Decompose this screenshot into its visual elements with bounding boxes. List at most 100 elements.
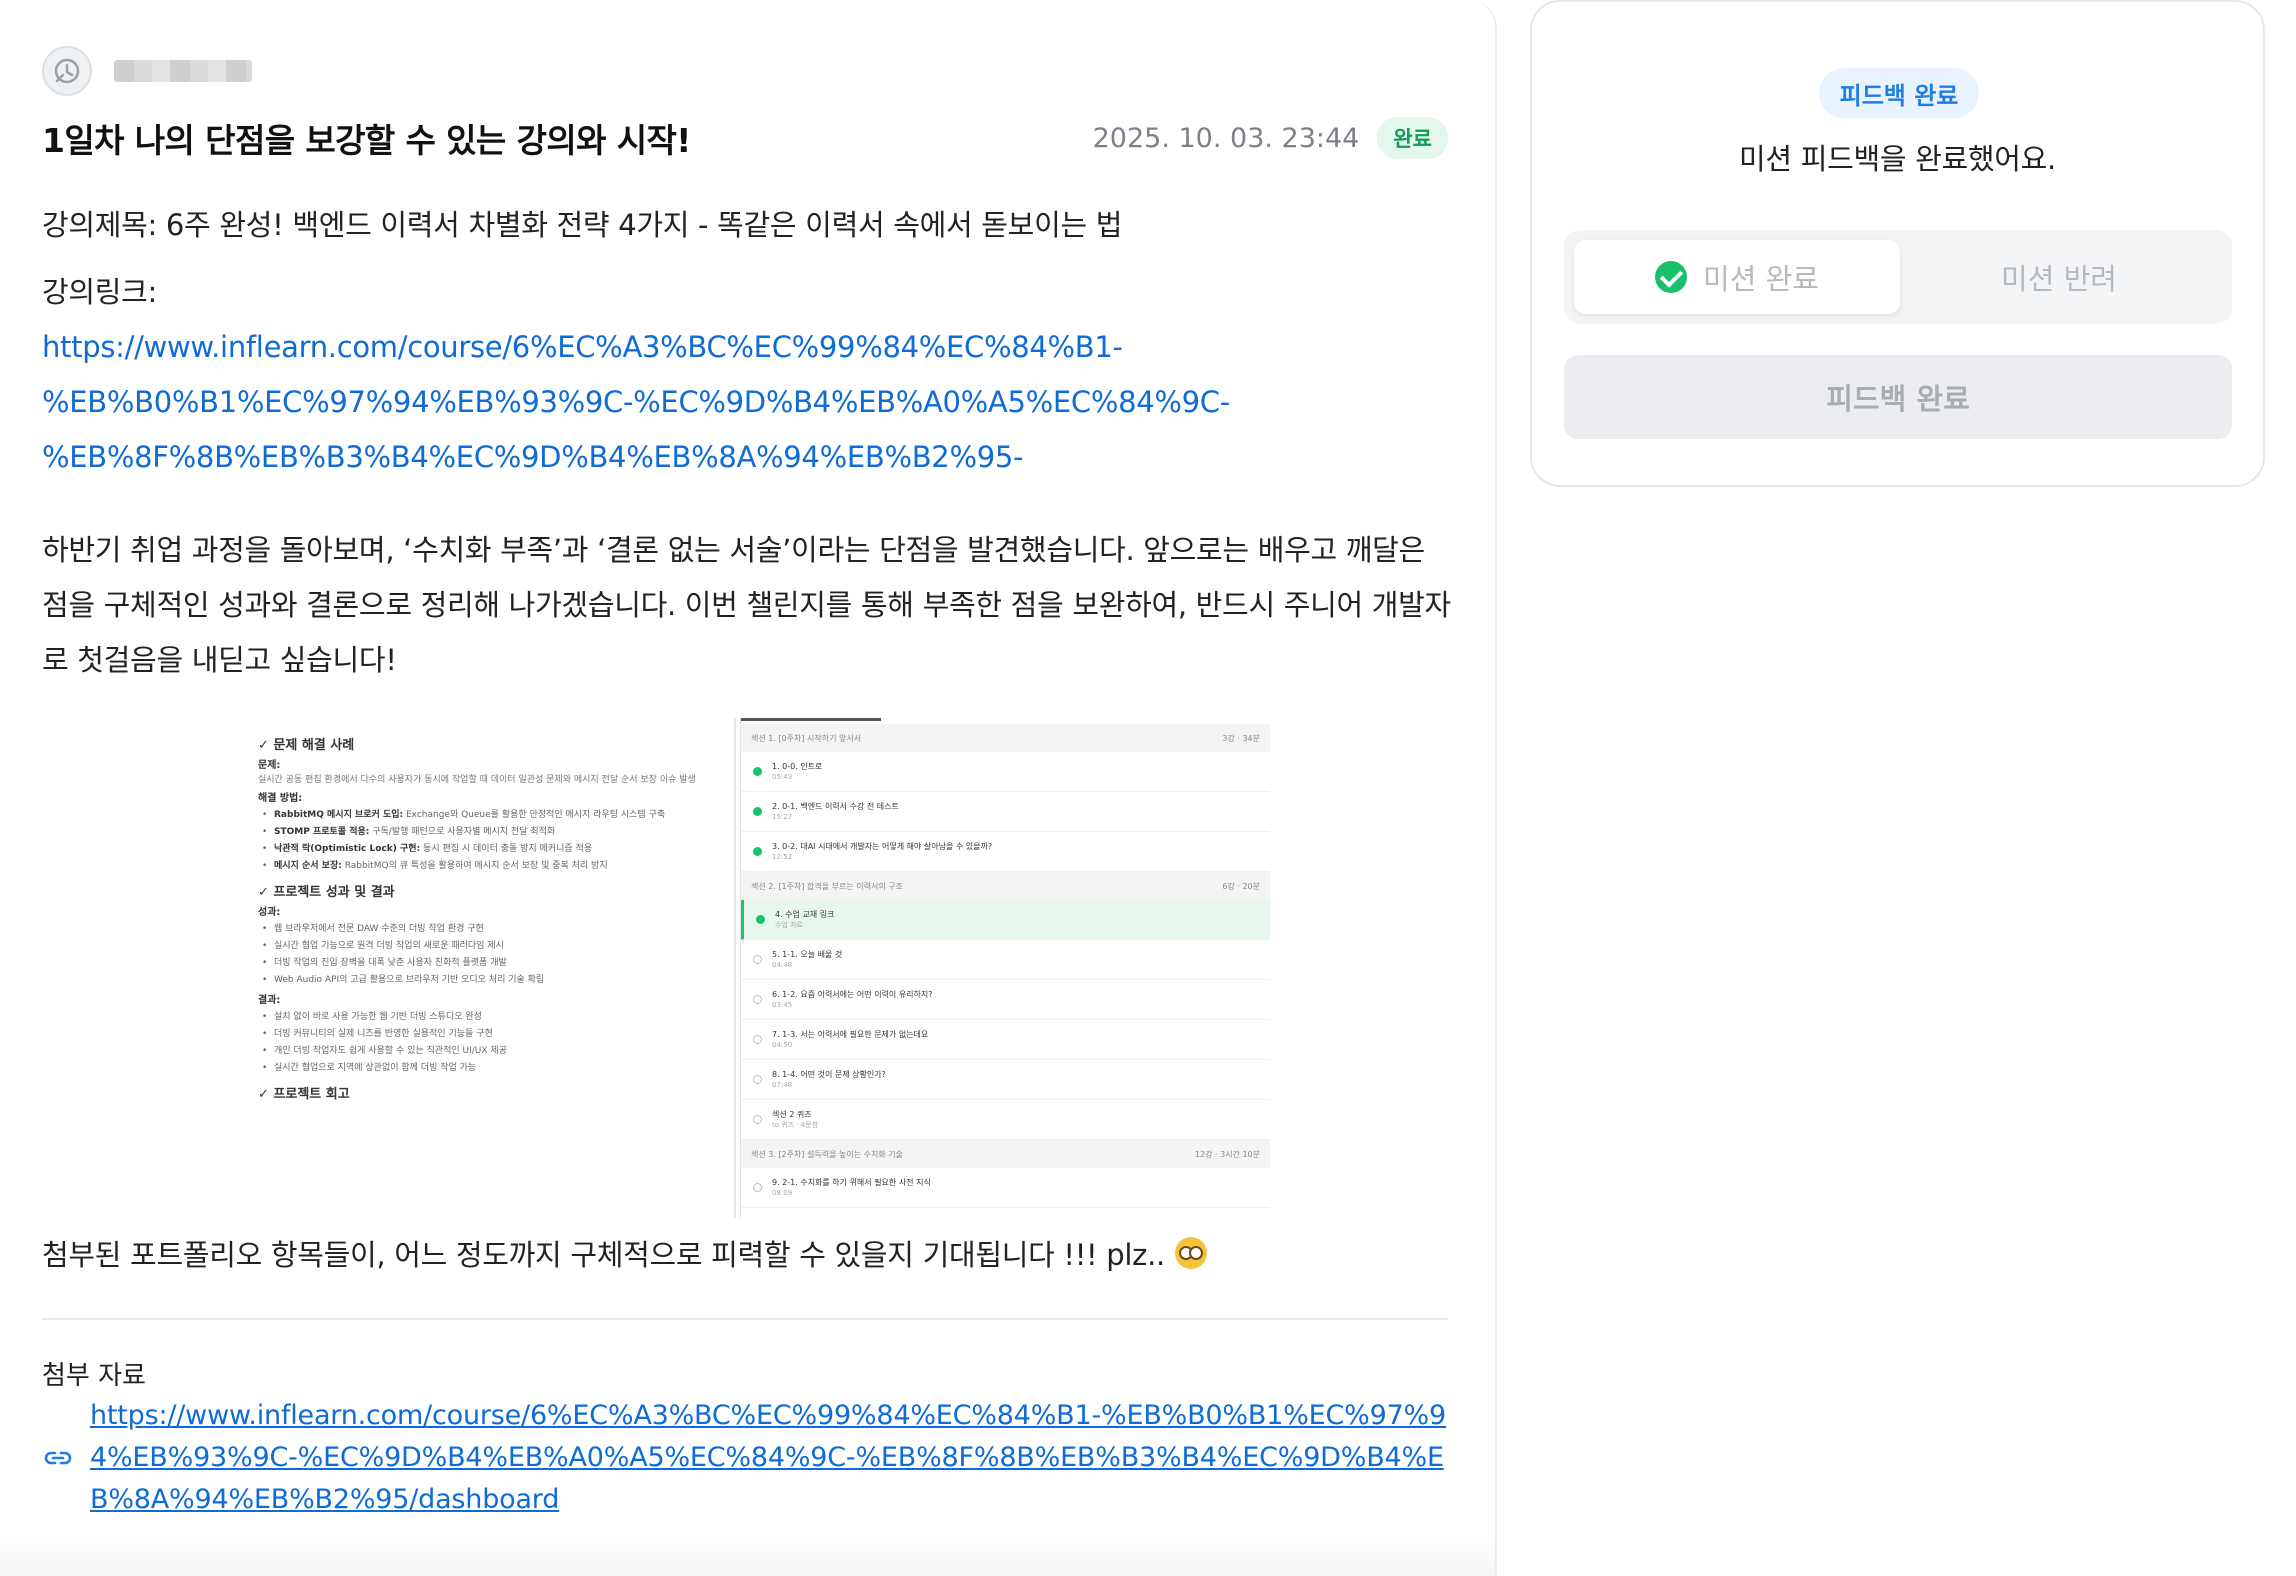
lecture-link-line: %EB%B0%B1%EC%97%94%EB%93%9C-%EC%9D%B4%EB… — [42, 385, 1230, 474]
lesson-duration: 15:27 — [772, 812, 793, 821]
curriculum-lesson[interactable]: 9. 2-1. 수치화를 하기 위해서 필요한 사전 지식 08:09 — [741, 1168, 1270, 1208]
curriculum-section-meta: 6강 · 20분 — [1222, 881, 1260, 891]
attachment-link[interactable]: https://www.inflearn.com/course/6%EC%A3%… — [90, 1395, 1455, 1521]
post-header: 1일차 나의 단점을 보강할 수 있는 강의와 시작! 2025. 10. 03… — [42, 112, 1448, 164]
lecture-link-line: https://www.inflearn.com/course/6%EC%A3%… — [42, 330, 1123, 364]
curriculum-section[interactable]: 섹션 1. [0주차] 시작하기 앞서서 3강 · 34분 — [741, 724, 1270, 752]
closing-line: 첨부된 포트폴리오 항목들이, 어느 정도까지 구체적으로 피력할 수 있을지 … — [42, 1232, 1207, 1274]
closing-text: 첨부된 포트폴리오 항목들이, 어느 정도까지 구체적으로 피력할 수 있을지 … — [42, 1238, 1165, 1272]
screenshot-list-item: STOMP 프로토콜 적용: 구독/발행 패턴으로 사용자별 메시지 전달 최적… — [258, 824, 698, 841]
attached-screenshot[interactable]: ✓ 문제 해결 사례 문제: 실시간 공동 편집 환경에서 다수의 사용자가 동… — [258, 718, 1270, 1218]
lesson-pending-icon — [753, 1183, 762, 1192]
lesson-complete-icon — [753, 847, 762, 856]
mission-reject-option[interactable]: 미션 반려 — [1896, 240, 2222, 314]
lesson-complete-icon — [753, 807, 762, 816]
curriculum-section-meta: 3강 · 34분 — [1222, 733, 1260, 743]
lesson-title: 6. 1-2. 요즘 이력서에는 어떤 이력이 유리하지? 03:45 — [772, 989, 933, 1009]
lesson-title: 2. 0-1. 백엔드 이력서 수강 전 테스트 15:27 — [772, 801, 899, 821]
screenshot-list-item: 개인 더빙 작업자도 쉽게 사용할 수 있는 직관적인 UI/UX 제공 — [258, 1043, 698, 1060]
screenshot-heading: ✓ 프로젝트 회고 — [258, 1087, 350, 1102]
curriculum-lesson[interactable]: 8. 1-4. 어떤 것이 문제 상황인가? 07:48 — [741, 1060, 1270, 1100]
screenshot-list-item: 더빙 작업의 진입 장벽을 대폭 낮춘 사용자 친화적 플랫폼 개발 — [258, 955, 698, 972]
screenshot-label: 문제: — [258, 760, 281, 771]
feedback-submit-button[interactable]: 피드백 완료 — [1564, 355, 2232, 439]
lecture-link[interactable]: https://www.inflearn.com/course/6%EC%A3%… — [42, 320, 1452, 485]
curriculum-section-title: 섹션 2. [1주차] 합격을 부르는 이력서의 구조 — [751, 881, 903, 891]
screenshot-list-item: 메시지 순서 보장: RabbitMQ의 큐 특성을 활용하여 메시지 순서 보… — [258, 858, 698, 875]
post-body: 강의제목: 6주 완성! 백엔드 이력서 차별화 전략 4가지 - 똑같은 이력… — [42, 198, 1452, 688]
nerd-face-emoji-icon — [1174, 1237, 1207, 1269]
lesson-title: 7. 1-3. 서는 이력서에 필요한 문제가 없는데요 04:50 — [772, 1029, 929, 1049]
lesson-duration: to 퀴즈 · 4문항 — [772, 1120, 819, 1129]
screenshot-label: 결과: — [258, 995, 281, 1006]
curriculum-lesson[interactable]: 6. 1-2. 요즘 이력서에는 어떤 이력이 유리하지? 03:45 — [741, 980, 1270, 1020]
mission-reject-label: 미션 반려 — [2001, 262, 2117, 296]
lesson-pending-icon — [753, 1115, 762, 1124]
avatar[interactable] — [42, 46, 92, 96]
lecture-title: 강의제목: 6주 완성! 백엔드 이력서 차별화 전략 4가지 - 똑같은 이력… — [42, 208, 1123, 242]
mission-complete-label: 미션 완료 — [1703, 262, 1819, 296]
screenshot-tab-indicator — [741, 718, 881, 721]
lesson-duration: 07:48 — [772, 1080, 793, 1089]
lesson-title: 8. 1-4. 어떤 것이 문제 상황인가? 07:48 — [772, 1069, 886, 1089]
lesson-duration: 03:45 — [772, 1000, 793, 1009]
curriculum-lesson[interactable]: 2. 0-1. 백엔드 이력서 수강 전 테스트 15:27 — [741, 792, 1270, 832]
lesson-pending-icon — [753, 955, 762, 964]
curriculum-lesson[interactable]: 4. 수업 교재 링크 수업 자료 — [741, 900, 1270, 940]
screenshot-list-item: 실시간 협업 기능으로 원격 더빙 작업의 새로운 패러다임 제시 — [258, 938, 698, 955]
post-title: 1일차 나의 단점을 보강할 수 있는 강의와 시작! — [42, 121, 691, 160]
divider — [42, 1318, 1448, 1320]
screenshot-list-item: 웹 브라우저에서 전문 DAW 수준의 더빙 작업 환경 구현 — [258, 921, 698, 938]
screenshot-portfolio-page: ✓ 문제 해결 사례 문제: 실시간 공동 편집 환경에서 다수의 사용자가 동… — [258, 728, 698, 1218]
check-circle-icon — [1655, 261, 1688, 293]
screenshot-list-item: RabbitMQ 메시지 브로커 도입: Exchange와 Queue를 활용… — [258, 807, 698, 824]
screenshot-label: 해결 방법: — [258, 793, 303, 804]
attachments-label: 첨부 자료 — [42, 1361, 146, 1391]
curriculum-section-title: 섹션 1. [0주차] 시작하기 앞서서 — [751, 733, 862, 743]
feedback-card: 피드백 완료 미션 피드백을 완료했어요. 미션 완료 미션 반려 피드백 완료 — [1530, 0, 2265, 487]
link-icon — [44, 1451, 72, 1465]
curriculum-lesson[interactable]: 섹션 2 퀴즈 to 퀴즈 · 4문항 — [741, 1100, 1270, 1140]
author-row — [42, 46, 252, 96]
lesson-pending-icon — [753, 1035, 762, 1044]
post-meta: 2025. 10. 03. 23:44 완료 — [1093, 117, 1448, 159]
screenshot-heading: ✓ 문제 해결 사례 — [258, 738, 355, 753]
screenshot-list-item: Web Audio API의 고급 활용으로 브라우저 기반 오디오 처리 기술… — [258, 972, 698, 989]
lesson-duration: 04:48 — [772, 960, 793, 969]
curriculum-section[interactable]: 섹션 2. [1주차] 합격을 부르는 이력서의 구조 6강 · 20분 — [741, 872, 1270, 900]
screenshot-heading: ✓ 프로젝트 성과 및 결과 — [258, 885, 395, 900]
lesson-complete-icon — [756, 915, 765, 924]
post-paragraph: 하반기 취업 과정을 돌아보며, ‘수치화 부족’과 ‘결론 없는 서술’이라는… — [42, 533, 1451, 677]
lecture-link-label: 강의링크: — [42, 275, 157, 309]
screenshot-text: 실시간 공동 편집 환경에서 다수의 사용자가 동시에 작업할 때 데이터 일관… — [258, 775, 696, 785]
lesson-complete-icon — [753, 767, 762, 776]
mission-complete-option[interactable]: 미션 완료 — [1574, 240, 1900, 314]
screenshot-outcome-list: 설치 없이 바로 사용 가능한 웹 기반 더빙 스튜디오 완성더빙 커뮤니티의 … — [258, 1009, 698, 1077]
lesson-title: 1. 0-0. 인트로 05:43 — [772, 761, 823, 781]
screenshot-list-item: 더빙 커뮤니티의 실제 니즈를 반영한 실용적인 기능들 구현 — [258, 1026, 698, 1043]
avatar-placeholder-icon — [54, 58, 80, 84]
lesson-title: 9. 2-1. 수치화를 하기 위해서 필요한 사전 지식 08:09 — [772, 1177, 931, 1197]
screenshot-result-list: 웹 브라우저에서 전문 DAW 수준의 더빙 작업 환경 구현실시간 협업 기능… — [258, 921, 698, 989]
screenshot-curriculum: 섹션 1. [0주차] 시작하기 앞서서 3강 · 34분 1. 0-0. 인트로 0… — [740, 718, 1270, 1218]
curriculum-section[interactable]: 섹션 3. [2주차] 설득력을 높이는 수치화 기술 12강 · 3시간 10분 — [741, 1140, 1270, 1168]
lesson-duration: 05:43 — [772, 772, 793, 781]
post-card: 1일차 나의 단점을 보강할 수 있는 강의와 시작! 2025. 10. 03… — [0, 0, 1497, 1576]
curriculum-lesson[interactable]: 3. 0-2. 대AI 시대에서 개발자는 어떻게 해야 살아남을 수 있을까?… — [741, 832, 1270, 872]
curriculum-lesson[interactable]: 1. 0-0. 인트로 05:43 — [741, 752, 1270, 792]
screenshot-list-item: 설치 없이 바로 사용 가능한 웹 기반 더빙 스튜디오 완성 — [258, 1009, 698, 1026]
feedback-status-badge: 피드백 완료 — [1819, 68, 1979, 118]
curriculum-lesson[interactable]: 5. 1-1. 오늘 배울 것 04:48 — [741, 940, 1270, 980]
screenshot-solution-list: RabbitMQ 메시지 브로커 도입: Exchange와 Queue를 활용… — [258, 807, 698, 875]
curriculum-section-meta: 12강 · 3시간 10분 — [1194, 1149, 1260, 1159]
curriculum-lesson[interactable]: 7. 1-3. 서는 이력서에 필요한 문제가 없는데요 04:50 — [741, 1020, 1270, 1060]
post-date: 2025. 10. 03. 23:44 — [1092, 122, 1360, 154]
lesson-pending-icon — [753, 995, 762, 1004]
lesson-title: 5. 1-1. 오늘 배울 것 04:48 — [772, 949, 843, 969]
lesson-duration: 04:50 — [772, 1040, 793, 1049]
author-name-blurred — [114, 60, 252, 82]
screenshot-list-item: 낙관적 락(Optimistic Lock) 구현: 동시 편집 시 데이터 충… — [258, 841, 698, 858]
lesson-title: 섹션 2 퀴즈 to 퀴즈 · 4문항 — [772, 1109, 819, 1129]
lesson-duration: 12:52 — [772, 852, 793, 861]
lesson-title: 3. 0-2. 대AI 시대에서 개발자는 어떻게 해야 살아남을 수 있을까?… — [772, 841, 993, 861]
